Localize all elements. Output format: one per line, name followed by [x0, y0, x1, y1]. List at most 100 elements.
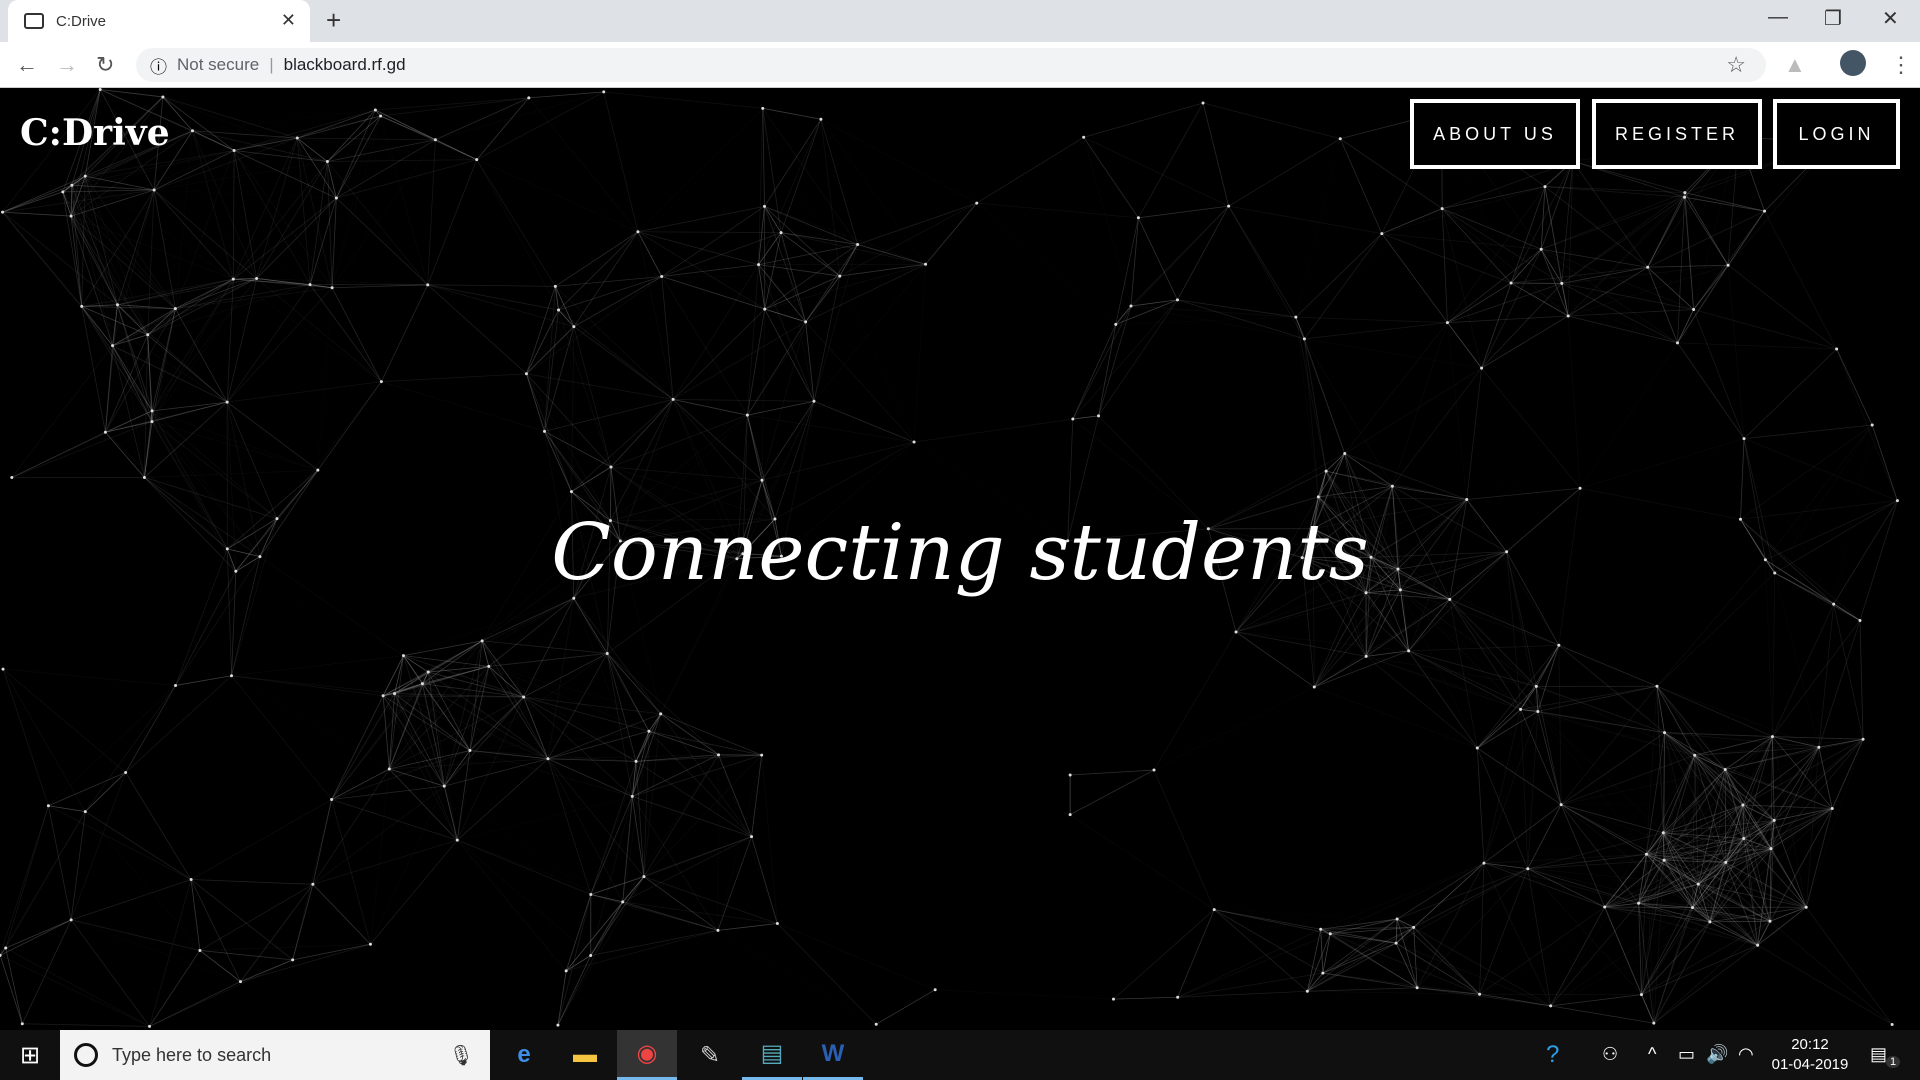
network-node: [426, 670, 430, 674]
network-node: [1663, 731, 1667, 735]
omnibox[interactable]: ⓘ Not secure | blackboard.rf.gd ☆: [136, 48, 1766, 82]
network-line: [1477, 733, 1664, 748]
network-node: [1637, 901, 1641, 905]
network-node: [1227, 204, 1231, 208]
network-line: [1322, 972, 1480, 995]
network-line: [526, 326, 575, 375]
network-line: [758, 264, 806, 323]
network-node: [393, 692, 397, 696]
network-node: [10, 475, 14, 479]
cortana-icon: [74, 1043, 98, 1067]
forward-icon[interactable]: →: [56, 52, 78, 78]
network-line: [317, 381, 382, 471]
network-node: [557, 308, 561, 312]
register-button[interactable]: REGISTER: [1592, 99, 1762, 169]
network-line: [331, 693, 395, 800]
network-line: [476, 159, 559, 311]
network-line: [1561, 283, 1678, 344]
network-node: [442, 784, 446, 788]
word-icon[interactable]: W: [803, 1030, 863, 1080]
new-tab-icon[interactable]: +: [326, 5, 341, 36]
network-node: [255, 276, 259, 280]
network-node: [1480, 366, 1484, 370]
network-line: [606, 653, 719, 756]
network-line: [1558, 644, 1658, 687]
close-window-icon[interactable]: ✕: [1882, 6, 1899, 31]
network-line: [149, 959, 293, 1027]
avatar[interactable]: [1840, 50, 1866, 76]
network-node: [1870, 423, 1874, 427]
network-line: [381, 284, 429, 382]
chevron-up-icon[interactable]: ^: [1648, 1044, 1656, 1065]
network-line: [427, 139, 436, 285]
about-us-button[interactable]: ABOUT US: [1410, 99, 1580, 169]
network-line: [746, 309, 766, 416]
network-line: [1743, 438, 1898, 502]
back-icon[interactable]: ←: [16, 52, 38, 78]
close-tab-icon[interactable]: ✕: [281, 10, 296, 31]
network-line: [1725, 862, 1759, 946]
network-line: [149, 981, 241, 1027]
info-icon[interactable]: ⓘ: [150, 53, 167, 78]
network-node: [1890, 1022, 1894, 1026]
login-button[interactable]: LOGIN: [1773, 99, 1900, 169]
file-explorer-icon[interactable]: ▬: [555, 1030, 615, 1080]
network-line: [1202, 102, 1230, 207]
network-line: [5, 947, 150, 1027]
network-line: [1693, 309, 1837, 350]
network-node: [232, 148, 236, 152]
reload-icon[interactable]: ↻: [96, 52, 114, 78]
chrome-icon[interactable]: ◉: [617, 1030, 677, 1080]
network-line: [1330, 933, 1397, 944]
network-line: [1366, 656, 1538, 711]
bookmark-star-icon[interactable]: ☆: [1726, 52, 1746, 78]
network-line: [380, 97, 529, 117]
network-node: [111, 344, 115, 348]
network-line: [125, 772, 192, 880]
edge-icon[interactable]: e: [494, 1030, 554, 1080]
url-text[interactable]: blackboard.rf.gd: [284, 55, 406, 75]
network-line: [199, 950, 293, 961]
network-node: [933, 988, 937, 992]
network-line: [336, 159, 477, 199]
network-line: [151, 278, 234, 422]
restore-icon[interactable]: ❐: [1824, 6, 1842, 31]
clock[interactable]: 20:12 01-04-2019: [1760, 1035, 1860, 1075]
network-line: [1641, 907, 1806, 994]
network-line: [1527, 868, 1642, 995]
network-line: [1447, 282, 1512, 324]
minimize-icon[interactable]: —: [1768, 6, 1788, 29]
volume-icon[interactable]: 🔊: [1706, 1044, 1728, 1065]
network-line: [1605, 733, 1665, 907]
paint-icon[interactable]: ✎: [680, 1030, 740, 1080]
network-line: [427, 671, 458, 841]
network-line: [1520, 645, 1560, 710]
network-line: [1647, 210, 1765, 268]
wifi-icon[interactable]: ◠: [1738, 1044, 1754, 1065]
network-line: [1449, 598, 1560, 646]
network-node: [379, 114, 383, 118]
network-line: [1678, 343, 1741, 519]
network-line: [1831, 739, 1864, 809]
network-node: [1644, 852, 1648, 856]
network-line: [1653, 860, 1665, 1024]
taskbar-search[interactable]: Type here to search 🎙: [60, 1030, 490, 1080]
menu-icon[interactable]: ⋮: [1890, 52, 1912, 78]
network-node: [103, 430, 107, 434]
network-line: [117, 189, 155, 305]
microphone-icon[interactable]: 🎙: [449, 1043, 474, 1068]
browser-tab[interactable]: C:Drive ✕: [8, 0, 310, 42]
network-node: [238, 980, 242, 984]
windows-start-icon[interactable]: ⊞: [0, 1030, 60, 1080]
network-line: [610, 466, 763, 481]
network-line: [590, 901, 624, 956]
help-icon[interactable]: ?: [1546, 1041, 1559, 1069]
notifications-icon[interactable]: ▤: [1870, 1044, 1887, 1065]
python-icon[interactable]: ▤: [742, 1030, 802, 1080]
battery-icon[interactable]: ▭: [1678, 1044, 1695, 1065]
network-line: [637, 231, 663, 277]
site-logo[interactable]: C:Drive: [20, 112, 170, 154]
network-line: [764, 205, 858, 245]
drive-extension-icon[interactable]: ▲: [1784, 52, 1806, 78]
people-icon[interactable]: ⚇: [1602, 1044, 1618, 1065]
